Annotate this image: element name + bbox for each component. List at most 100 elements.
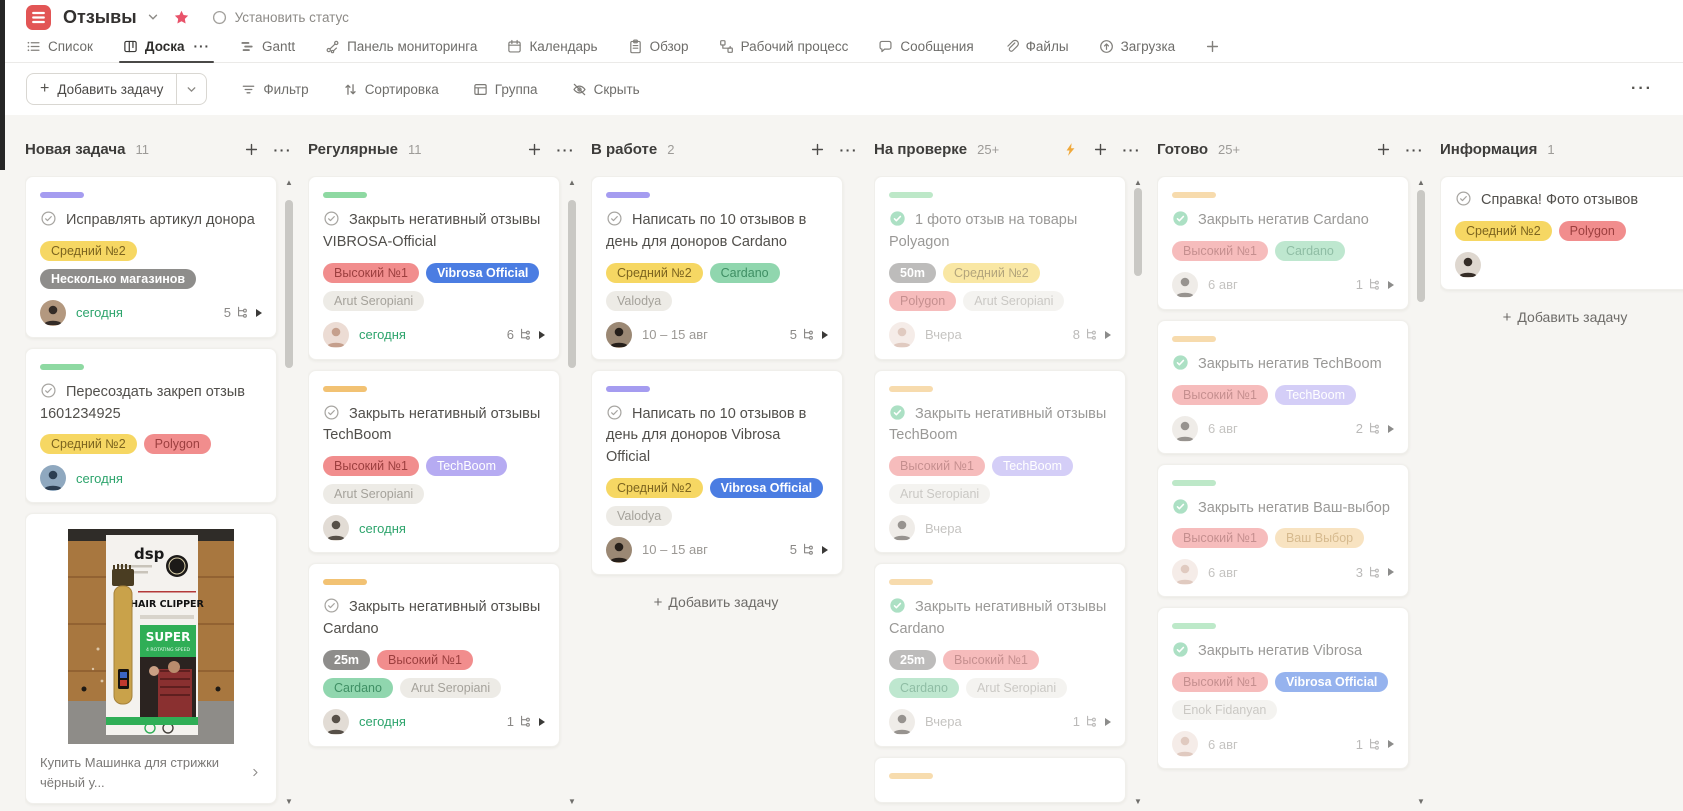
scroll-up-arrow[interactable]: ▲ [1133,178,1143,188]
expand-subtasks-caret[interactable] [822,545,828,554]
expand-subtasks-caret[interactable] [1105,330,1111,339]
scroll-up-arrow[interactable]: ▲ [567,178,577,188]
scroll-down-arrow[interactable]: ▼ [567,797,577,807]
expand-subtasks-caret[interactable] [256,308,262,317]
subtask-count[interactable]: 6 [507,327,545,342]
add-task-link[interactable]: + Добавить задачу [1440,300,1683,335]
subtask-count[interactable]: 8 [1073,327,1111,342]
subtask-count[interactable]: 5 [790,542,828,557]
expand-subtasks-caret[interactable] [539,330,545,339]
check-circle-done-icon[interactable] [1172,210,1189,227]
column-more-button[interactable]: ··· [840,143,859,157]
hide-button[interactable]: Скрыть [572,82,640,97]
expand-subtasks-caret[interactable] [822,330,828,339]
filter-button[interactable]: Фильтр [241,82,309,97]
column-more-button[interactable]: ··· [557,143,576,157]
scroll-down-arrow[interactable]: ▼ [284,797,294,807]
task-card[interactable] [874,756,1126,803]
check-circle-done-icon[interactable] [1172,498,1189,515]
task-card[interactable]: Закрыть негативный отзывы TechBoom Высоки… [308,369,560,553]
check-circle-icon[interactable] [323,404,340,421]
expand-subtasks-caret[interactable] [539,717,545,726]
add-task-dropdown[interactable] [176,74,206,104]
scroll-down-arrow[interactable]: ▼ [1416,797,1426,807]
toolbar-more-button[interactable]: ··· [1631,80,1653,98]
check-circle-done-icon[interactable] [889,404,906,421]
task-card[interactable]: Закрыть негатив Ваш-выбор Высокий №1 Ваш В… [1157,463,1409,598]
expand-subtasks-caret[interactable] [1388,568,1394,577]
task-card[interactable]: Написать по 10 отзывов в день для доноро… [591,176,843,360]
subtask-count[interactable]: 1 [1356,277,1394,292]
task-card[interactable]: Закрыть негативный отзывы TechBoom Высоки… [874,369,1126,553]
scrollbar-thumb[interactable] [285,200,293,368]
task-card[interactable]: Закрыть негатив TechBoom Высокий №1 TechBo… [1157,319,1409,454]
scroll-up-arrow[interactable]: ▲ [1416,178,1426,188]
tab-messages[interactable]: Сообщения [878,39,974,62]
check-circle-icon[interactable] [323,210,340,227]
column-add-task-button[interactable] [1376,142,1391,157]
tab-monitoring[interactable]: Панель мониторинга [325,39,477,62]
add-task-link[interactable]: + Добавить задачу [591,585,841,620]
add-view-tab[interactable] [1205,39,1220,62]
column-scrollbar[interactable]: ▲ ▼ [283,176,295,811]
subtask-count[interactable]: 1 [1073,714,1111,729]
task-card[interactable]: Пересоздать закреп отзыв 1601234925 Средн… [25,347,277,504]
scrollbar-thumb[interactable] [1417,190,1425,302]
check-circle-icon[interactable] [606,210,623,227]
column-scrollbar[interactable]: ▲ ▼ [566,176,578,811]
task-card[interactable]: 1 фото отзыв на товары Polyagon 50m Средни… [874,176,1126,360]
task-card[interactable]: Закрыть негативный отзывы Cardano 25m Высо… [874,563,1126,747]
check-circle-icon[interactable] [40,210,57,227]
automation-bolt-icon[interactable] [1063,142,1078,157]
check-circle-done-icon[interactable] [1172,354,1189,371]
tab-board[interactable]: Доска ··· [118,39,215,63]
project-icon[interactable] [26,4,51,30]
check-circle-icon[interactable] [40,382,57,399]
scroll-up-arrow[interactable]: ▲ [284,178,294,188]
task-card[interactable]: Написать по 10 отзывов в день для доноро… [591,369,843,575]
sort-button[interactable]: Сортировка [343,82,439,97]
check-circle-done-icon[interactable] [889,210,906,227]
task-card[interactable]: Исправлять артикул донора Средний №2 Неско… [25,176,277,338]
scrollbar-thumb[interactable] [1134,188,1142,276]
subtask-count[interactable]: 5 [224,305,262,320]
tab-workflow[interactable]: Рабочий процесс [719,39,848,62]
scrollbar-thumb[interactable] [568,200,576,368]
check-circle-icon[interactable] [1455,190,1472,207]
tab-overview[interactable]: Обзор [628,39,689,62]
task-card[interactable]: Закрыть негативный отзывы VIBROSA-Offici… [308,176,560,360]
tab-calendar[interactable]: Календарь [507,39,598,62]
tab-files[interactable]: Файлы [1004,39,1069,62]
expand-subtasks-caret[interactable] [1388,424,1394,433]
check-circle-icon[interactable] [606,404,623,421]
column-more-button[interactable]: ··· [274,143,293,157]
subtask-count[interactable]: 1 [1356,737,1394,752]
expand-subtasks-caret[interactable] [1388,280,1394,289]
column-more-button[interactable]: ··· [1123,143,1142,157]
subtask-count[interactable]: 2 [1356,421,1394,436]
add-task-button[interactable]: + Добавить задачу [27,74,176,104]
subtask-count[interactable]: 3 [1356,565,1394,580]
check-circle-icon[interactable] [323,597,340,614]
task-card[interactable]: Закрыть негатив Cardano Высокий №1 Cardano… [1157,176,1409,310]
scroll-down-arrow[interactable]: ▼ [1133,797,1143,807]
column-scrollbar[interactable]: ▲ ▼ [1415,176,1427,811]
tab-upload[interactable]: Загрузка [1099,39,1175,62]
expand-subtasks-caret[interactable] [1388,740,1394,748]
set-status-button[interactable]: Установить статус [212,10,349,25]
column-add-task-button[interactable] [244,142,259,157]
expand-subtasks-caret[interactable] [1105,717,1111,726]
subtask-count[interactable]: 1 [507,714,545,729]
column-scrollbar[interactable]: ▲ ▼ [1132,176,1144,811]
task-card[interactable]: Закрыть негативный отзывы Cardano 25m Высо… [308,563,560,747]
column-add-task-button[interactable] [1093,142,1108,157]
tab-gantt[interactable]: Gantt [240,39,295,62]
tab-list[interactable]: Список [26,39,93,62]
subtask-count[interactable]: 5 [790,327,828,342]
task-card[interactable]: dsp HAIR CLIPPER SUPER 4 ROTATING SPEED … [25,513,277,805]
chevron-down-icon[interactable] [146,10,160,24]
column-add-task-button[interactable] [527,142,542,157]
check-circle-done-icon[interactable] [889,597,906,614]
favorite-star-icon[interactable] [173,9,190,26]
check-circle-done-icon[interactable] [1172,641,1189,658]
